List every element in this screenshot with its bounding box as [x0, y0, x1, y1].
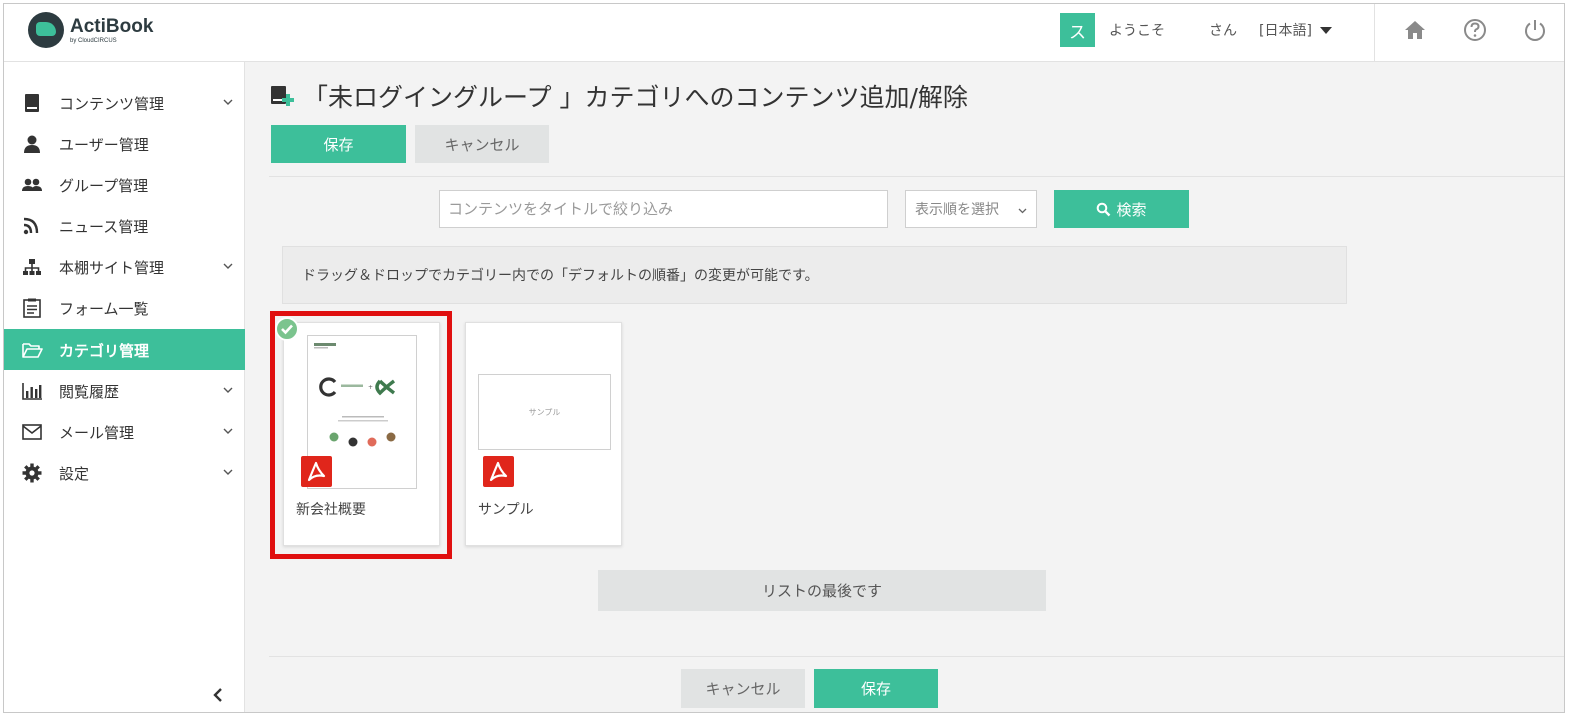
search-button-label: 検索 [1116, 200, 1147, 219]
form-icon [23, 298, 41, 318]
save-button[interactable]: 保存 [271, 125, 406, 163]
sidebar-item-mail[interactable]: メール管理 [4, 411, 245, 452]
pdf-icon [483, 456, 514, 487]
sidebar-item-content[interactable]: コンテンツ管理 [4, 82, 245, 123]
group-icon [22, 178, 42, 191]
sidebar-item-label: 閲覧履歴 [59, 383, 120, 401]
search-input[interactable] [439, 190, 888, 228]
help-icon[interactable] [1462, 17, 1488, 43]
sidebar-item-label: ユーザー管理 [59, 136, 149, 154]
logo-sub: by CloudCIRCUS [70, 37, 117, 44]
sidebar-item-history[interactable]: 閲覧履歴 [4, 370, 245, 411]
sidebar-item-forms[interactable]: フォーム一覧 [4, 287, 245, 328]
honorific-text: さん [1209, 23, 1237, 39]
caret-down-icon[interactable] [1319, 26, 1332, 34]
sidebar-item-settings[interactable]: 設定 [4, 452, 245, 493]
page-title: 「未ログイングループ 」カテゴリへのコンテンツ追加/解除 [269, 78, 968, 114]
avatar[interactable]: ス [1060, 13, 1095, 47]
top-header: ActiBook by CloudCIRCUS ス ようこそ さん [日本語] [4, 4, 1564, 62]
sidebar-item-news[interactable]: ニュース管理 [4, 205, 245, 246]
sidebar-item-groups[interactable]: グループ管理 [4, 164, 245, 205]
sidebar-item-users[interactable]: ユーザー管理 [4, 123, 245, 164]
sidebar-item-label: 本棚サイト管理 [59, 259, 165, 277]
home-icon[interactable] [1402, 17, 1428, 43]
content-thumbnail: サンプル [478, 374, 611, 450]
collapse-sidebar-icon[interactable] [209, 686, 227, 704]
sort-order-label: 表示順を選択 [915, 202, 999, 218]
sidebar-item-label: メール管理 [59, 424, 135, 442]
sidebar: コンテンツ管理 ユーザー管理 グループ管理 ニュース管理 本棚サイト管理 フォー… [4, 62, 245, 712]
divider [269, 656, 1564, 657]
end-of-list-notice: リストの最後です [598, 570, 1046, 611]
chevron-down-icon [223, 387, 233, 393]
welcome-text: ようこそ [1109, 23, 1165, 39]
folder-icon [22, 343, 43, 358]
header-divider [1374, 4, 1375, 62]
cancel-button[interactable]: キャンセル [415, 125, 549, 163]
chevron-down-icon [1018, 208, 1027, 214]
sort-order-select[interactable]: 表示順を選択 [905, 190, 1037, 228]
app-window: ActiBook by CloudCIRCUS ス ようこそ さん [日本語] [3, 3, 1565, 713]
sidebar-item-label: 設定 [59, 465, 90, 483]
user-icon [24, 135, 40, 153]
footer-save-button[interactable]: 保存 [814, 669, 938, 708]
mail-icon [22, 424, 42, 440]
rss-icon [23, 217, 39, 235]
page-title-text: 「未ログイングループ 」カテゴリへのコンテンツ追加/解除 [303, 83, 968, 112]
actibook-logo[interactable]: ActiBook by CloudCIRCUS [28, 12, 153, 48]
divider [269, 176, 1564, 177]
search-icon [1097, 202, 1111, 216]
sidebar-item-label: ニュース管理 [59, 218, 149, 236]
content-card[interactable]: サンプル サンプル [465, 322, 622, 546]
user-area: ス ようこそ さん [日本語] [1060, 13, 1332, 47]
gear-icon [22, 463, 42, 483]
selection-highlight [270, 311, 452, 559]
book-icon [25, 94, 39, 112]
drag-drop-info: ドラッグ＆ドロップでカテゴリー内での「デフォルトの順番」の変更が可能です。 [282, 246, 1347, 304]
sidebar-item-category[interactable]: カテゴリ管理 [4, 329, 245, 370]
bar-chart-icon [22, 383, 42, 400]
check-icon[interactable] [275, 317, 299, 341]
language-selector[interactable]: [日本語] [1259, 20, 1312, 40]
sidebar-item-label: コンテンツ管理 [59, 95, 165, 113]
footer-cancel-button[interactable]: キャンセル [681, 669, 805, 708]
sidebar-item-label: グループ管理 [59, 177, 149, 195]
sidebar-item-bookshelf[interactable]: 本棚サイト管理 [4, 246, 245, 287]
chevron-down-icon [223, 428, 233, 434]
main-content: 「未ログイングループ 」カテゴリへのコンテンツ追加/解除 保存 キャンセル 表示… [246, 62, 1564, 712]
sidebar-item-label: フォーム一覧 [59, 300, 149, 318]
chevron-down-icon [223, 263, 233, 269]
search-button[interactable]: 検索 [1054, 190, 1189, 228]
chevron-down-icon [223, 99, 233, 105]
sidebar-item-label: カテゴリ管理 [59, 342, 150, 360]
content-card-title: サンプル [478, 502, 534, 518]
add-content-icon [271, 86, 294, 106]
sitemap-icon [23, 259, 41, 275]
logo-name: ActiBook [70, 15, 154, 37]
chevron-down-icon [223, 469, 233, 475]
logo-icon [28, 12, 64, 48]
power-icon[interactable] [1522, 17, 1548, 43]
